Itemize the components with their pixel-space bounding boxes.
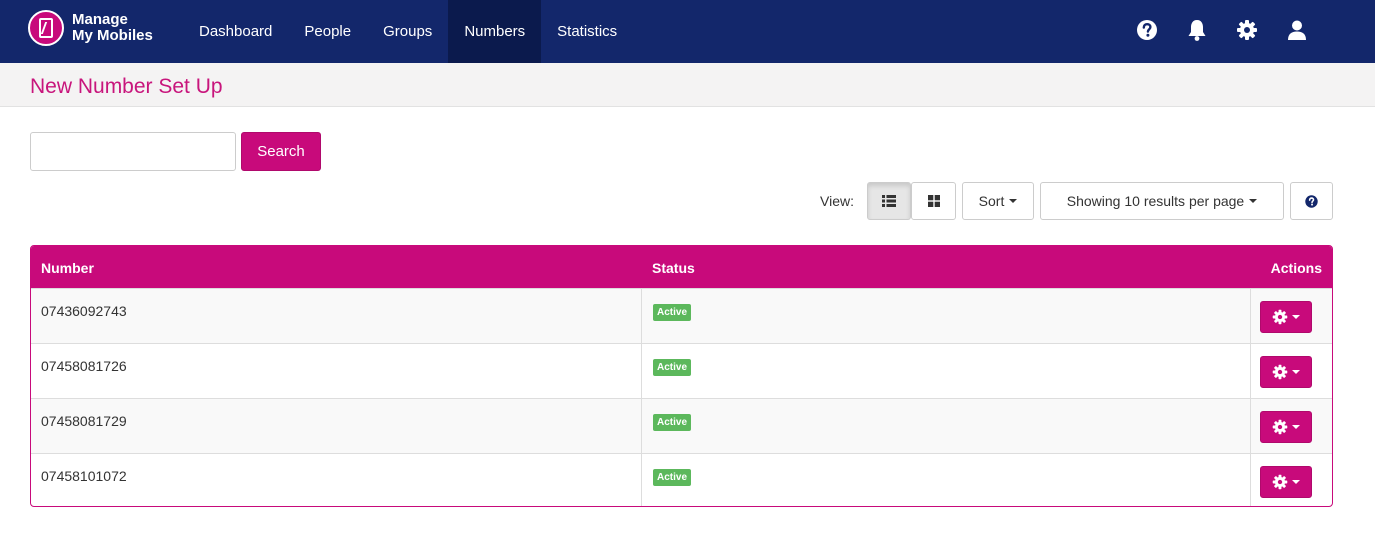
nav-item-groups[interactable]: Groups xyxy=(367,0,448,63)
main-nav: Dashboard People Groups Numbers Statisti… xyxy=(183,0,633,63)
app-name-line2: My Mobiles xyxy=(72,27,153,44)
status-badge: Active xyxy=(653,469,692,486)
toolbar-help-button[interactable] xyxy=(1290,182,1333,220)
bell-icon[interactable] xyxy=(1185,18,1209,42)
caret-down-icon xyxy=(1009,199,1018,203)
caret-down-icon xyxy=(1292,425,1300,429)
number-cell: 07458081729 xyxy=(41,413,127,429)
table-row: 07458081726 Active xyxy=(31,343,1332,398)
status-badge: Active xyxy=(653,414,692,431)
gear-icon xyxy=(1272,419,1288,435)
caret-down-icon xyxy=(1292,315,1300,319)
caret-down-icon xyxy=(1292,480,1300,484)
numbers-table: Number Status Actions 07436092743 Active… xyxy=(30,245,1333,507)
status-badge: Active xyxy=(653,304,692,321)
gear-icon xyxy=(1272,364,1288,380)
caret-down-icon xyxy=(1292,370,1300,374)
gear-icon xyxy=(1272,474,1288,490)
sort-dropdown[interactable]: Sort xyxy=(962,182,1034,220)
search-input[interactable] xyxy=(30,132,236,171)
top-navbar: Manage My Mobiles Dashboard People Group… xyxy=(0,0,1375,63)
caret-down-icon xyxy=(1249,199,1258,203)
grid-view-icon xyxy=(927,195,940,207)
number-cell: 07436092743 xyxy=(41,303,127,319)
nav-icon-group xyxy=(1135,18,1309,42)
number-cell: 07458081726 xyxy=(41,358,127,374)
nav-item-people[interactable]: People xyxy=(288,0,367,63)
row-actions-button[interactable] xyxy=(1260,301,1312,333)
search-button[interactable]: Search xyxy=(241,132,321,171)
table-row: 07458081729 Active xyxy=(31,398,1332,453)
row-actions-button[interactable] xyxy=(1260,411,1312,443)
results-per-page-label: Showing 10 results per page xyxy=(1066,193,1245,209)
app-name-line1: Manage xyxy=(72,11,128,28)
page-title: New Number Set Up xyxy=(30,75,223,98)
grid-view-button[interactable] xyxy=(911,182,956,220)
column-header-actions: Actions xyxy=(1270,260,1322,276)
list-view-button[interactable] xyxy=(867,182,911,220)
row-actions-button[interactable] xyxy=(1260,356,1312,388)
gear-icon[interactable] xyxy=(1235,18,1259,42)
view-label: View: xyxy=(820,193,854,209)
table-row: 07436092743 Active xyxy=(31,288,1332,343)
column-header-status[interactable]: Status xyxy=(652,260,695,276)
nav-item-dashboard[interactable]: Dashboard xyxy=(183,0,288,63)
sort-label: Sort xyxy=(978,193,1005,209)
number-cell: 07458101072 xyxy=(41,468,127,484)
app-logo[interactable]: Manage My Mobiles xyxy=(28,10,153,46)
phone-logo-icon xyxy=(28,10,64,46)
row-actions-button[interactable] xyxy=(1260,466,1312,498)
table-row: 07458101072 Active xyxy=(31,453,1332,506)
page-header: New Number Set Up xyxy=(0,63,1375,107)
table-header: Number Status Actions xyxy=(31,246,1332,288)
help-icon xyxy=(1305,194,1318,208)
gear-icon xyxy=(1272,309,1288,325)
help-icon[interactable] xyxy=(1135,18,1159,42)
user-icon[interactable] xyxy=(1285,18,1309,42)
nav-item-numbers[interactable]: Numbers xyxy=(448,0,542,63)
list-view-icon xyxy=(882,195,896,207)
nav-item-statistics[interactable]: Statistics xyxy=(541,0,633,63)
results-per-page-dropdown[interactable]: Showing 10 results per page xyxy=(1040,182,1284,220)
status-badge: Active xyxy=(653,359,692,376)
column-header-number[interactable]: Number xyxy=(41,260,94,276)
app-name: Manage My Mobiles xyxy=(72,12,153,44)
